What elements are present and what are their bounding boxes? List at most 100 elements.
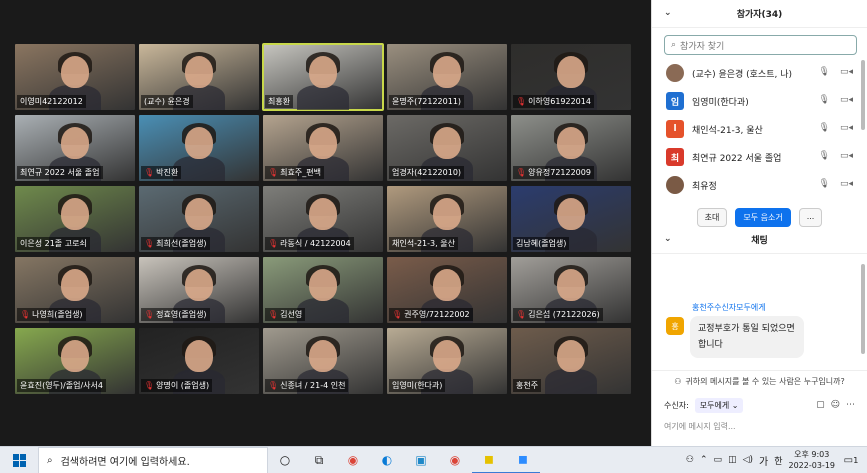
collapse-chevron-icon[interactable]: ⌄ <box>664 234 672 244</box>
video-tile[interactable]: 🎙︎ 최희선(졸업생) <box>139 186 259 252</box>
video-tile[interactable]: 🎙︎ 권주영/72122002 <box>387 257 507 323</box>
participant-name-label: 🎙︎ 양유정72122009 <box>513 166 594 179</box>
participant-name-label: 채인석-21-3, 울산 <box>389 237 458 250</box>
video-tile[interactable]: (교수) 윤은경 <box>139 44 259 110</box>
video-tile[interactable]: 윤효진(영두)/졸업/사서4 <box>15 328 135 394</box>
mic-icon[interactable]: 🎙︎ <box>819 179 830 189</box>
video-camera-icon[interactable]: ▭◂ <box>840 151 853 161</box>
video-tile[interactable]: 최연규 2022 서울 졸업 <box>15 115 135 181</box>
video-tile[interactable]: 최홍환 <box>262 43 384 111</box>
cortana-icon[interactable]: ○ <box>268 447 302 473</box>
video-camera-icon[interactable]: ▭◂ <box>840 67 853 77</box>
kakaotalk-icon[interactable]: ◼ <box>472 447 506 473</box>
video-camera-icon[interactable]: ▭◂ <box>840 123 853 133</box>
video-tile[interactable]: 이영미42122012 <box>15 44 135 110</box>
video-tile[interactable]: 🎙︎ 정효영(졸업생) <box>139 257 259 323</box>
video-tile[interactable]: 임영미(한다과) <box>387 328 507 394</box>
video-tile[interactable]: 🎙︎ 양유정72122009 <box>511 115 631 181</box>
mic-muted-icon: 🎙︎ <box>20 310 31 319</box>
participant-video <box>60 197 89 230</box>
video-tile[interactable]: 🎙︎ 김은섭 (72122026) <box>511 257 631 323</box>
zoom-icon[interactable]: ◼ <box>506 447 540 473</box>
video-tile[interactable]: 엄경자(42122010) <box>387 115 507 181</box>
mute-all-button[interactable]: 모두 음소거 <box>735 208 791 227</box>
hangul-app-icon[interactable]: ▣ <box>404 447 438 473</box>
participant-list: (교수) 윤은경 (호스트, 나) 🎙︎ ▭◂ 임 임영미(한다과) 🎙︎ ▭◂ l 채인석-2… <box>652 59 867 199</box>
participant-name: 정효영(졸업생) <box>156 310 207 319</box>
chat-visibility-notice[interactable]: ⚇ 귀하의 메시지를 볼 수 있는 사람은 누구입니까? <box>652 370 867 392</box>
chat-input[interactable]: 여기에 메시지 입력... <box>652 419 867 434</box>
volume-icon[interactable]: ◁) <box>743 455 753 465</box>
chat-scrollbar[interactable] <box>861 264 865 354</box>
mic-muted-icon: 🎙︎ <box>268 310 279 319</box>
mic-muted-icon: 🎙︎ <box>392 310 403 319</box>
participant-row[interactable]: 최 최연규 2022 서울 졸업 🎙︎ ▭◂ <box>652 143 867 171</box>
mic-icon[interactable]: 🎙︎ <box>819 151 830 161</box>
participant-name-label: 🎙︎ 최효주_편백 <box>265 166 324 179</box>
chat-notice-text: 귀하의 메시지를 볼 수 있는 사람은 누구입니까? <box>685 377 845 386</box>
mic-icon[interactable]: 🎙︎ <box>819 123 830 133</box>
participant-row[interactable]: (교수) 윤은경 (호스트, 나) 🎙︎ ▭◂ <box>652 59 867 87</box>
participant-search-input[interactable]: ⌕ 참가자 찾기 <box>664 35 857 55</box>
chrome-icon-2[interactable]: ◉ <box>438 447 472 473</box>
video-tile[interactable]: 🎙︎ 신종녀 / 21-4 인천 <box>263 328 383 394</box>
video-camera-icon[interactable]: ▭◂ <box>840 179 853 189</box>
participant-video <box>432 339 461 372</box>
edge-icon[interactable]: ◐ <box>370 447 404 473</box>
video-tile[interactable]: 🎙︎ 나영희(졸업생) <box>15 257 135 323</box>
video-tile[interactable]: 윤명주(72122011) <box>387 44 507 110</box>
video-camera-icon[interactable]: ▭◂ <box>840 95 853 105</box>
participant-row[interactable]: 최유정 🎙︎ ▭◂ <box>652 171 867 199</box>
ime-mode[interactable]: 한 <box>774 454 782 467</box>
recipient-select[interactable]: 모두에게 ⌄ <box>694 398 744 413</box>
video-tile[interactable]: 🎙︎ 김선영 <box>263 257 383 323</box>
notification-icon[interactable]: ▭ 1 <box>841 450 861 470</box>
mic-icon[interactable]: 🎙︎ <box>819 95 830 105</box>
more-button[interactable]: ... <box>798 208 823 227</box>
video-tile[interactable]: 🎙︎ 이하영61922014 <box>511 44 631 110</box>
participant-name: 박진환 <box>156 168 179 177</box>
battery-icon[interactable]: ▭ <box>714 455 723 465</box>
clock[interactable]: 오후 9:03 2022-03-19 <box>789 449 836 471</box>
video-tile[interactable]: 🎙︎ 양명이 (졸업생) <box>139 328 259 394</box>
more-icon[interactable]: ⋯ <box>846 400 855 410</box>
people-icon: ⚇ <box>674 377 682 386</box>
taskbar-search[interactable]: ⌕ 검색하려면 여기에 입력하세요. <box>38 446 268 473</box>
participant-name-label: 임영미(한다과) <box>389 379 446 392</box>
ime-indicator[interactable]: 가 <box>759 453 768 468</box>
avatar: l <box>666 120 684 138</box>
chevron-up-icon[interactable]: ⌃ <box>700 455 708 465</box>
emoji-icon[interactable]: ☺ <box>831 400 840 410</box>
video-tile[interactable]: 이은성 21졸 고로쇠 <box>15 186 135 252</box>
network-icon[interactable]: ◫ <box>728 455 737 465</box>
video-tile[interactable]: 🎙︎ 박진환 <box>139 115 259 181</box>
mic-icon[interactable]: 🎙︎ <box>819 67 830 77</box>
mic-muted-icon: 🎙︎ <box>144 239 155 248</box>
collapse-chevron-icon[interactable]: ⌄ <box>664 8 672 18</box>
video-tile[interactable]: 🎙︎ 최효주_편백 <box>263 115 383 181</box>
mic-muted-icon: 🎙︎ <box>144 168 155 177</box>
invite-button[interactable]: 초대 <box>696 208 728 227</box>
chat-messages: 홍천주수신자모두에게 홍 교정부호가 통일 되었으면 합니다 <box>652 254 867 370</box>
start-button[interactable] <box>0 453 38 467</box>
file-icon[interactable]: ▢ <box>816 400 825 410</box>
participant-video <box>308 268 337 301</box>
avatar: 임 <box>666 92 684 110</box>
video-tile[interactable]: 김남혜(졸업생) <box>511 186 631 252</box>
task-view-icon[interactable]: ⧉ <box>302 447 336 473</box>
participant-video <box>556 268 585 301</box>
participant-controls: 🎙︎ ▭◂ <box>819 95 853 105</box>
person-icon[interactable]: ⚇ <box>686 455 694 465</box>
participant-row[interactable]: l 채인석-21-3, 울산 🎙︎ ▭◂ <box>652 115 867 143</box>
chrome-icon[interactable]: ◉ <box>336 447 370 473</box>
video-tile[interactable]: 홍천주 <box>511 328 631 394</box>
participant-name: 최희선(졸업생) <box>156 239 207 248</box>
participant-name: (교수) 윤은경 (호스트, 나) <box>692 69 793 80</box>
participant-name-label: 엄경자(42122010) <box>389 166 465 179</box>
participant-name-label: 윤명주(72122011) <box>389 95 465 108</box>
video-tile[interactable]: 채인석-21-3, 울산 <box>387 186 507 252</box>
video-tile[interactable]: 🎙︎ 라동식 / 42122004 <box>263 186 383 252</box>
participant-row[interactable]: 임 임영미(한다과) 🎙︎ ▭◂ <box>652 87 867 115</box>
taskbar-search-placeholder: 검색하려면 여기에 입력하세요. <box>60 456 190 468</box>
participant-scrollbar[interactable] <box>861 60 865 130</box>
